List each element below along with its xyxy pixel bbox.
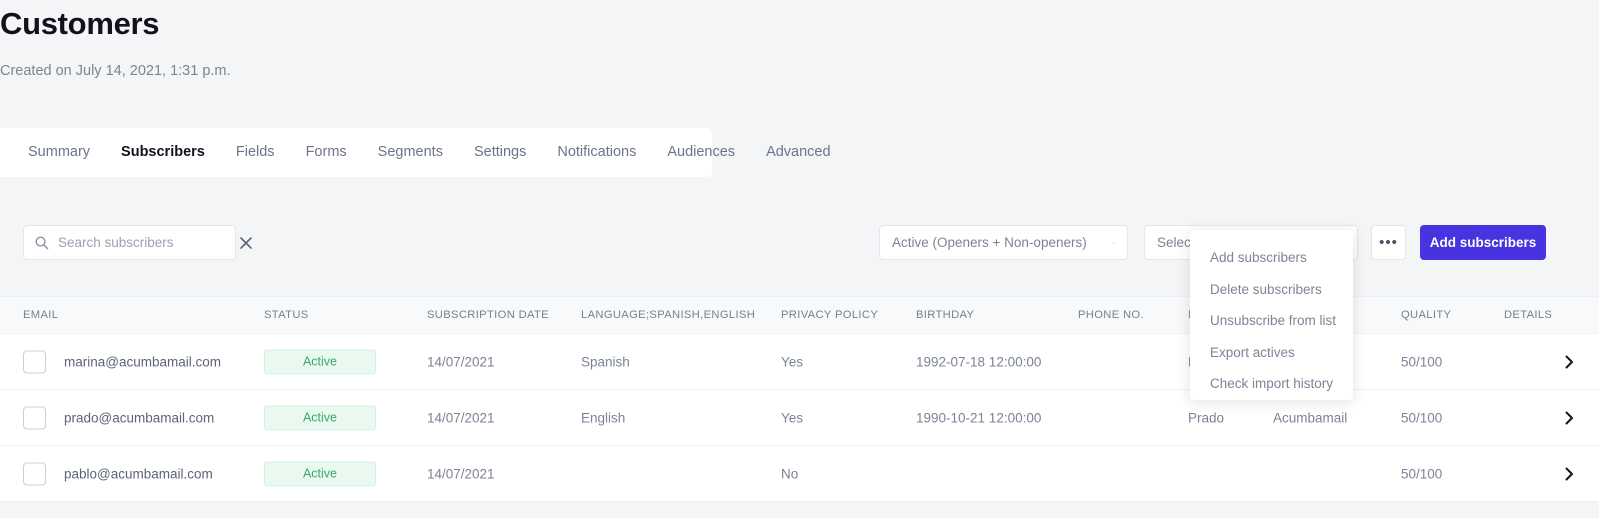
cell-quality: 50/100	[1401, 409, 1443, 425]
column-header-details[interactable]: DETAILS	[1504, 309, 1552, 321]
cell-subscription-date: 14/07/2021	[427, 465, 495, 481]
tab-subscribers[interactable]: Subscribers	[121, 145, 205, 160]
menu-item-delete-subscribers[interactable]: Delete subscribers	[1190, 274, 1353, 306]
toolbar: Active (Openers + Non-openers) Select...…	[0, 225, 1599, 263]
row-checkbox[interactable]	[23, 406, 46, 429]
cell-quality: 50/100	[1401, 353, 1443, 369]
column-header-phone-no[interactable]: PHONE NO.	[1078, 309, 1144, 321]
menu-item-export-actives[interactable]: Export actives	[1190, 337, 1353, 369]
cell-birthday: 1990-10-21 12:00:00	[916, 409, 1042, 425]
table-row[interactable]: pablo@acumbamail.com 14/07/2021 No 50/100 Ac…	[0, 446, 1599, 502]
chevron-right-icon[interactable]	[1562, 355, 1576, 369]
cell-privacy-policy: Yes	[781, 409, 804, 425]
cell-language: Spanish	[581, 353, 630, 369]
table-header-row: EMAIL STATUS SUBSCRIPTION DATE LANGUAGE;SPA…	[0, 296, 1599, 334]
status-filter-select[interactable]: Active (Openers + Non-openers)	[879, 225, 1128, 260]
column-header-subscription-date[interactable]: SUBSCRIPTION DATE	[427, 309, 549, 321]
table-row[interactable]: prado@acumbamail.com 14/07/2021 English Yes…	[0, 390, 1599, 446]
tabs-bar: Summary Subscribers Fields Forms Segments Set…	[0, 128, 831, 177]
tab-advanced[interactable]: Advanced	[766, 145, 831, 160]
column-header-quality[interactable]: QUALITY	[1401, 309, 1451, 321]
cell-privacy-policy: No	[781, 465, 799, 481]
cell-subscription-date: 14/07/2021	[427, 409, 495, 425]
menu-item-check-import-history[interactable]: Check import history	[1190, 368, 1353, 400]
cell-email: prado@acumbamail.com	[64, 409, 215, 425]
status-badge: Active	[264, 405, 376, 430]
tab-summary[interactable]: Summary	[28, 145, 90, 160]
cell-birthday: 1992-07-18 12:00:00	[916, 353, 1042, 369]
cell-privacy-policy: Yes	[781, 353, 804, 369]
close-icon[interactable]	[239, 236, 253, 250]
page-subtitle: Created on July 14, 2021, 1:31 p.m.	[0, 63, 231, 79]
column-header-language-spanish-english[interactable]: LANGUAGE;SPANISH,ENGLISH	[581, 309, 755, 321]
add-subscribers-button[interactable]: Add subscribers	[1420, 225, 1546, 260]
cell-enterprise: Acumbamail	[1273, 409, 1348, 425]
search-icon	[35, 236, 49, 250]
menu-item-unsubscribe-from-list[interactable]: Unsubscribe from list	[1190, 305, 1353, 337]
status-badge: Active	[264, 349, 376, 374]
tab-fields[interactable]: Fields	[236, 145, 275, 160]
cell-quality: 50/100	[1401, 465, 1443, 481]
tab-notifications[interactable]: Notifications	[557, 145, 636, 160]
tab-settings[interactable]: Settings	[474, 145, 526, 160]
search-box[interactable]	[23, 225, 252, 260]
cell-email: marina@acumbamail.com	[64, 353, 222, 369]
table-body: marina@acumbamail.com 14/07/2021 Spanish Ye…	[0, 334, 1599, 502]
row-checkbox[interactable]	[23, 350, 46, 373]
column-header-status[interactable]: STATUS	[264, 309, 309, 321]
cell-language: English	[581, 409, 626, 425]
more-options-button[interactable]: •••	[1371, 225, 1406, 260]
tab-forms[interactable]: Forms	[306, 145, 347, 160]
more-options-menu[interactable]: Add subscribers Delete subscribers Unsubsc…	[1190, 230, 1353, 400]
page-root: Customers Created on July 14, 2021, 1:31…	[0, 0, 1599, 518]
status-filter-value: Active (Openers + Non-openers)	[892, 235, 1087, 250]
cell-name: Prado	[1188, 409, 1225, 425]
column-header-privacy-policy[interactable]: PRIVACY POLICY	[781, 309, 878, 321]
chevron-right-icon[interactable]	[1562, 411, 1576, 425]
column-header-birthday[interactable]: BIRTHDAY	[916, 309, 974, 321]
cell-subscription-date: 14/07/2021	[427, 353, 495, 369]
page-title: Customers	[0, 6, 160, 41]
tab-segments[interactable]: Segments	[378, 145, 443, 160]
chevron-right-icon[interactable]	[1562, 467, 1576, 481]
tab-audiences[interactable]: Audiences	[667, 145, 735, 160]
menu-item-add-subscribers[interactable]: Add subscribers	[1190, 242, 1353, 274]
status-badge: Active	[264, 461, 376, 486]
search-input[interactable]	[58, 235, 235, 250]
table-row[interactable]: marina@acumbamail.com 14/07/2021 Spanish Ye…	[0, 334, 1599, 390]
cell-email: pablo@acumbamail.com	[64, 465, 213, 481]
subscribers-table: EMAIL STATUS SUBSCRIPTION DATE LANGUAGE;SPA…	[0, 296, 1599, 502]
row-checkbox[interactable]	[23, 462, 46, 485]
add-subscribers-label: Add subscribers	[1429, 235, 1537, 250]
chevron-down-icon	[1113, 241, 1115, 244]
column-header-email[interactable]: EMAIL	[23, 309, 58, 321]
